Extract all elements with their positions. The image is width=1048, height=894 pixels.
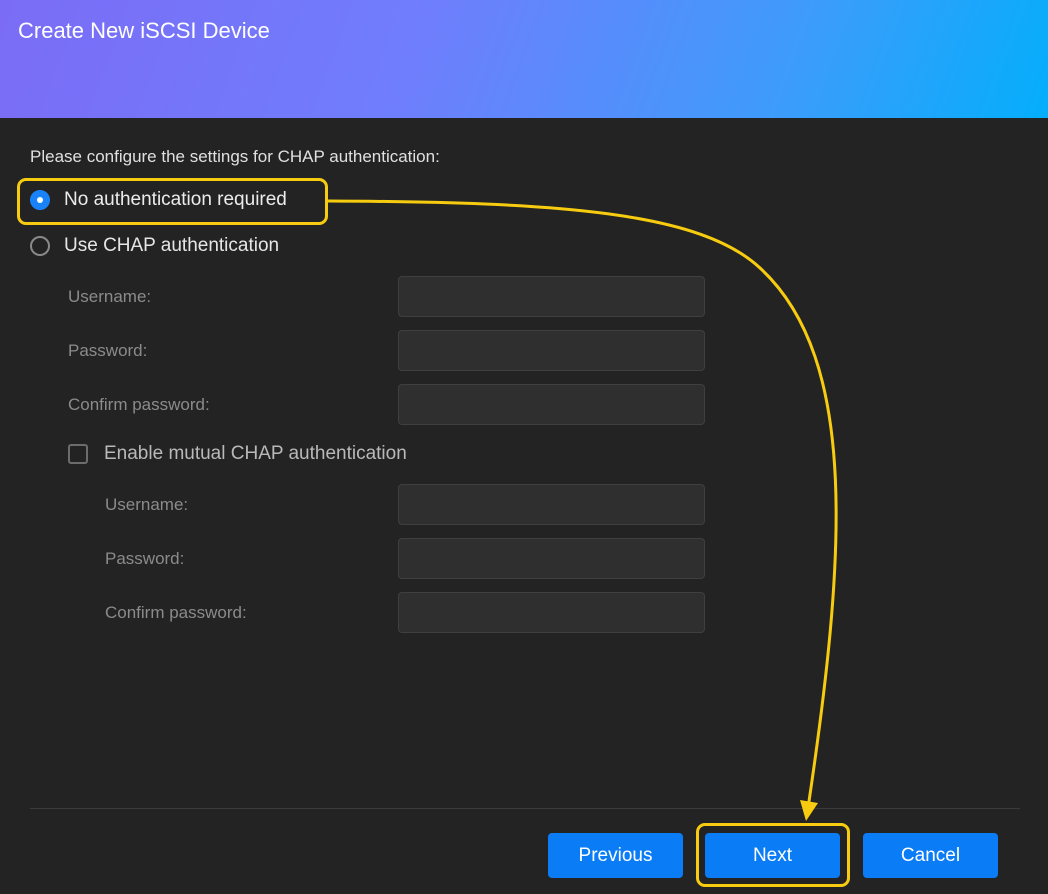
chap-confirm-password-input[interactable] — [398, 384, 705, 425]
mutual-chap-checkbox-row[interactable]: Enable mutual CHAP authentication — [68, 443, 407, 465]
dialog-header: Create New iSCSI Device — [0, 0, 1048, 118]
mutual-password-label: Password: — [105, 549, 185, 568]
chap-password-input[interactable] — [398, 330, 705, 371]
radio-no-authentication[interactable]: No authentication required — [30, 189, 287, 211]
mutual-confirm-password-input[interactable] — [398, 592, 705, 633]
arrow-head-icon — [800, 800, 818, 821]
previous-button[interactable]: Previous — [548, 833, 683, 878]
radio-selected-icon[interactable] — [30, 190, 50, 210]
mutual-confirm-password-label: Confirm password: — [105, 603, 247, 622]
mutual-username-label: Username: — [105, 495, 189, 514]
dialog-title: Create New iSCSI Device — [18, 18, 270, 43]
chap-username-label: Username: — [68, 287, 152, 306]
mutual-password-input[interactable] — [398, 538, 705, 579]
footer-divider — [30, 808, 1020, 809]
cancel-button[interactable]: Cancel — [863, 833, 998, 878]
mutual-chap-label: Enable mutual CHAP authentication — [104, 443, 407, 464]
radio-no-authentication-label: No authentication required — [64, 189, 287, 210]
chap-username-input[interactable] — [398, 276, 705, 317]
instruction-text: Please configure the settings for CHAP a… — [30, 147, 440, 166]
chap-confirm-password-label: Confirm password: — [68, 395, 210, 414]
mutual-username-input[interactable] — [398, 484, 705, 525]
next-button[interactable]: Next — [705, 833, 840, 878]
mutual-chap-checkbox[interactable] — [68, 444, 88, 464]
radio-unselected-icon[interactable] — [30, 236, 50, 256]
chap-password-label: Password: — [68, 341, 148, 360]
radio-use-chap[interactable]: Use CHAP authentication — [30, 235, 279, 257]
radio-use-chap-label: Use CHAP authentication — [64, 235, 280, 256]
